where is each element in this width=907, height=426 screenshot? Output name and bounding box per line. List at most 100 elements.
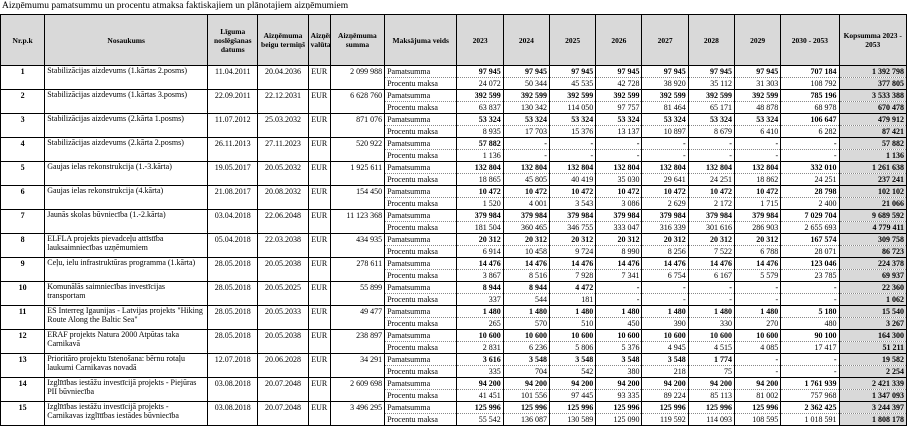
principal-value: 3 548 <box>641 353 689 366</box>
table-row: 10 Komunālās saimniecības investīcijas tr… <box>0 281 907 306</box>
principal-value: 10 600 <box>548 329 597 342</box>
principal-value: - <box>595 281 643 294</box>
principal-value: 125 996 <box>502 401 550 414</box>
principal-value: 97 945 <box>595 65 643 78</box>
interest-value: 5 376 <box>595 341 643 354</box>
interest-value: 108 792 <box>780 77 840 90</box>
payment-type-principal: Pamatsumma <box>384 353 458 366</box>
principal-value: 14 476 <box>595 257 643 270</box>
interest-value: 15 376 <box>548 125 597 138</box>
principal-value: 3 548 <box>548 353 597 366</box>
interest-value: 7 928 <box>548 269 597 282</box>
signed-date: 12.07.2018 <box>207 353 259 378</box>
interest-value: 330 <box>687 317 735 330</box>
principal-total: 1 261 638 <box>838 161 907 174</box>
header-end: Aizņēmuma beigu termiņš <box>257 14 309 66</box>
principal-total: 19 582 <box>838 353 907 366</box>
principal-value: 94 200 <box>687 377 735 390</box>
interest-total: 670 478 <box>838 101 907 114</box>
end-date: 20.07.2048 <box>257 377 309 402</box>
payment-type-interest: Procentu maksa <box>384 77 458 90</box>
interest-value: - <box>502 149 550 162</box>
interest-value: 38 920 <box>641 77 689 90</box>
interest-value: - <box>548 149 597 162</box>
end-date: 22.12.2031 <box>257 89 309 114</box>
interest-value: 510 <box>548 317 597 330</box>
principal-value: - <box>780 353 840 366</box>
payment-type-interest: Procentu maksa <box>384 293 458 306</box>
currency: EUR <box>307 281 331 306</box>
principal-value: 125 996 <box>456 401 504 414</box>
row-number: 10 <box>0 281 46 306</box>
interest-value: - <box>733 149 782 162</box>
interest-value: 542 <box>548 365 597 378</box>
interest-value: 17 703 <box>502 125 550 138</box>
currency: EUR <box>307 209 331 234</box>
end-date: 20.08.2032 <box>257 185 309 210</box>
interest-value: 136 087 <box>502 413 550 426</box>
principal-value: 3 548 <box>595 353 643 366</box>
principal-value: 94 200 <box>733 377 782 390</box>
interest-value: 119 592 <box>641 413 689 426</box>
interest-value: 301 616 <box>687 221 735 234</box>
interest-value: 8 679 <box>687 125 735 138</box>
principal-value: 20 312 <box>548 233 597 246</box>
principal-value: 3 616 <box>456 353 504 366</box>
signed-date: 21.08.2017 <box>207 185 259 210</box>
payment-type-principal: Pamatsumma <box>384 233 458 246</box>
payment-type-principal: Pamatsumma <box>384 329 458 342</box>
principal-value: 28 798 <box>780 185 840 198</box>
payment-type-principal: Pamatsumma <box>384 377 458 390</box>
interest-value: 4 945 <box>641 341 689 354</box>
payment-type-interest: Procentu maksa <box>384 101 458 114</box>
principal-value: 14 476 <box>456 257 504 270</box>
header-total: Kopsumma 2023 - 2053 <box>838 14 907 66</box>
principal-value: 707 184 <box>780 65 840 78</box>
interest-value: - <box>780 149 840 162</box>
interest-value: 24 251 <box>687 173 735 186</box>
principal-value: 1 480 <box>502 305 550 318</box>
table-row: 14 Izglītības iestāžu investīcijā projekt… <box>0 377 907 402</box>
table-row: 2 Stabilizācijas aizdevums (1.kārtas 3.po… <box>0 89 907 114</box>
interest-value: 5 579 <box>733 269 782 282</box>
interest-value: 2 400 <box>780 197 840 210</box>
principal-value: 132 804 <box>733 161 782 174</box>
payment-type-interest: Procentu maksa <box>384 245 458 258</box>
table-title: Aizņēmumu pamatsummu un procentu atmaksa… <box>2 1 349 11</box>
table-row: 5 Gaujas ielas rekonstrukcija (1.-3.kārta… <box>0 161 907 186</box>
principal-value: 10 472 <box>641 185 689 198</box>
principal-value: 10 600 <box>641 329 689 342</box>
principal-value: 94 200 <box>502 377 550 390</box>
interest-value: - <box>780 365 840 378</box>
interest-value: 380 <box>595 365 643 378</box>
header-currency: Aizņēmuma valūta <box>307 14 331 66</box>
principal-value: 10 600 <box>733 329 782 342</box>
loan-name: Stabilizācijas aizdevums (1.kārtas 3.pos… <box>44 89 209 114</box>
header-year-2025: 2025 <box>548 14 597 66</box>
interest-value: 337 <box>456 293 504 306</box>
principal-value: - <box>733 353 782 366</box>
loan-amount: 55 899 <box>329 281 386 306</box>
interest-value: 35 030 <box>595 173 643 186</box>
interest-value: 65 171 <box>687 101 735 114</box>
row-number: 1 <box>0 65 46 90</box>
row-number: 6 <box>0 185 46 210</box>
interest-value: 31 303 <box>733 77 782 90</box>
interest-value: 63 837 <box>456 101 504 114</box>
principal-value: 14 476 <box>687 257 735 270</box>
interest-total: 237 241 <box>838 173 907 186</box>
interest-value: 28 071 <box>780 245 840 258</box>
interest-value: 130 589 <box>548 413 597 426</box>
principal-value: 1 480 <box>456 305 504 318</box>
header-signed: Līguma noslēgšanas datums <box>207 14 259 66</box>
payment-type-interest: Procentu maksa <box>384 365 458 378</box>
row-number: 8 <box>0 233 46 258</box>
principal-value: 1 761 939 <box>780 377 840 390</box>
interest-total: 86 723 <box>838 245 907 258</box>
payment-type-principal: Pamatsumma <box>384 161 458 174</box>
currency: EUR <box>307 185 331 210</box>
header-amount: Aizņēmuma summa <box>329 14 386 66</box>
principal-value: - <box>641 137 689 150</box>
principal-value: 379 984 <box>502 209 550 222</box>
interest-value: 265 <box>456 317 504 330</box>
